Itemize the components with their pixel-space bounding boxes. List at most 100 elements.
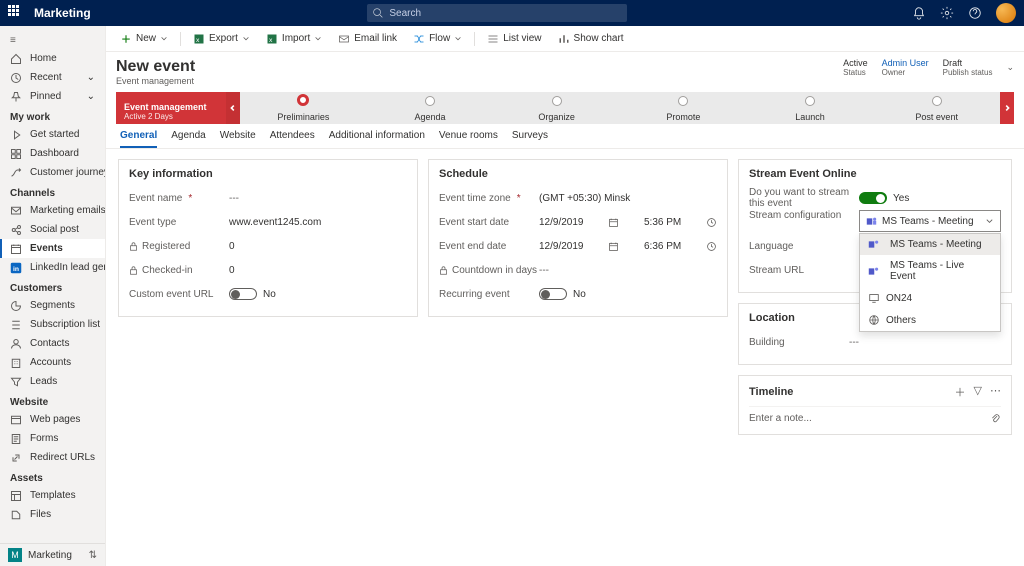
search-input[interactable] bbox=[389, 8, 621, 19]
help-icon[interactable] bbox=[968, 6, 982, 20]
app-launcher-icon[interactable] bbox=[8, 5, 24, 21]
timeline-title: Timeline bbox=[749, 386, 793, 398]
cmd-list-view[interactable]: List view bbox=[481, 31, 547, 47]
field-checked-in: 0 bbox=[229, 265, 407, 276]
tab-attendees[interactable]: Attendees bbox=[270, 130, 315, 148]
nav-social-post[interactable]: Social post bbox=[0, 220, 105, 239]
chevron-down-icon: ⌄ bbox=[87, 72, 95, 83]
field-start-date[interactable]: 12/9/2019 bbox=[539, 217, 584, 228]
nav-group-customers: Customers bbox=[0, 277, 105, 296]
toggle-stream-event[interactable] bbox=[859, 192, 887, 204]
nav-group-channels: Channels bbox=[0, 182, 105, 201]
nav-subscription-list[interactable]: Subscription list bbox=[0, 315, 105, 334]
nav-get-started[interactable]: Get started bbox=[0, 125, 105, 144]
timeline-more-icon[interactable]: ⋯ bbox=[990, 384, 1001, 400]
tab-general[interactable]: General bbox=[120, 130, 157, 148]
cmd-new[interactable]: New bbox=[114, 31, 174, 47]
field-time-zone[interactable]: (GMT +05:30) Minsk bbox=[539, 193, 717, 204]
clock-icon[interactable] bbox=[706, 241, 717, 252]
stream-title: Stream Event Online bbox=[749, 168, 1001, 180]
nav-home[interactable]: Home bbox=[0, 49, 105, 68]
chevron-down-icon: ⌄ bbox=[87, 91, 95, 102]
timeline-filter-icon[interactable]: ▽ bbox=[974, 384, 982, 400]
cmd-show-chart[interactable]: Show chart bbox=[552, 31, 630, 47]
nav-linkedin[interactable]: inLinkedIn lead gen bbox=[0, 258, 105, 277]
area-switcher[interactable]: M Marketing ⇅ bbox=[0, 543, 105, 566]
global-search[interactable] bbox=[367, 4, 627, 22]
field-building[interactable]: --- bbox=[849, 337, 1001, 348]
process-bar: Event management Active 2 Days Prelimina… bbox=[116, 92, 1014, 124]
teams-icon bbox=[866, 216, 877, 227]
clock-icon[interactable] bbox=[706, 217, 717, 228]
cmd-flow[interactable]: Flow bbox=[407, 31, 468, 47]
field-end-date[interactable]: 12/9/2019 bbox=[539, 241, 584, 252]
timeline-add-icon[interactable]: ＋ bbox=[955, 384, 966, 400]
process-stage-promote[interactable]: Promote bbox=[620, 92, 747, 124]
tab-website[interactable]: Website bbox=[220, 130, 256, 148]
chevron-down-icon[interactable]: ⌄ bbox=[1006, 62, 1014, 73]
card-stream-online: Stream Event Online Do you want to strea… bbox=[738, 159, 1012, 293]
user-avatar[interactable] bbox=[996, 3, 1016, 23]
process-stage-agenda[interactable]: Agenda bbox=[367, 92, 494, 124]
process-prev-arrow[interactable] bbox=[226, 92, 240, 124]
nav-dashboard[interactable]: Dashboard bbox=[0, 144, 105, 163]
nav-files[interactable]: Files bbox=[0, 505, 105, 524]
nav-templates[interactable]: Templates bbox=[0, 486, 105, 505]
tab-venue-rooms[interactable]: Venue rooms bbox=[439, 130, 498, 148]
tab-agenda[interactable]: Agenda bbox=[171, 130, 205, 148]
nav-customer-journeys[interactable]: Customer journeys bbox=[0, 163, 105, 182]
chevron-down-icon bbox=[454, 35, 462, 43]
nav-pinned[interactable]: Pinned ⌄ bbox=[0, 87, 105, 106]
gear-icon[interactable] bbox=[940, 6, 954, 20]
option-others[interactable]: Others bbox=[860, 309, 1000, 331]
process-stage-launch[interactable]: Launch bbox=[747, 92, 874, 124]
nav-leads[interactable]: Leads bbox=[0, 372, 105, 391]
field-event-type[interactable]: www.event1245.com bbox=[229, 217, 407, 228]
cmd-export[interactable]: xExport bbox=[187, 31, 256, 47]
lock-icon bbox=[439, 266, 448, 275]
toggle-custom-url[interactable] bbox=[229, 288, 257, 300]
process-stage-preliminaries[interactable]: Preliminaries bbox=[240, 92, 367, 124]
nav-accounts[interactable]: Accounts bbox=[0, 353, 105, 372]
nav-marketing-emails[interactable]: Marketing emails bbox=[0, 201, 105, 220]
calendar-icon[interactable] bbox=[608, 217, 619, 228]
tab-surveys[interactable]: Surveys bbox=[512, 130, 548, 148]
dropdown-stream-options: MS Teams - Meeting MS Teams - Live Event… bbox=[859, 233, 1001, 332]
select-stream-configuration[interactable]: MS Teams - Meeting MS Teams - Meeting MS… bbox=[859, 210, 1001, 232]
field-end-time[interactable]: 6:36 PM bbox=[644, 241, 681, 252]
attachment-icon[interactable] bbox=[990, 413, 1001, 424]
option-ms-teams-live-event[interactable]: MS Teams - Live Event bbox=[860, 255, 1000, 287]
option-ms-teams-meeting[interactable]: MS Teams - Meeting bbox=[860, 234, 1000, 255]
nav-forms[interactable]: Forms bbox=[0, 429, 105, 448]
nav-segments[interactable]: Segments bbox=[0, 296, 105, 315]
nav-events[interactable]: Events bbox=[0, 239, 105, 258]
cmd-email-link[interactable]: Email link bbox=[332, 31, 403, 47]
tab-additional-information[interactable]: Additional information bbox=[329, 130, 425, 148]
nav-collapse-icon[interactable]: ≡ bbox=[0, 32, 105, 49]
app-name: Marketing bbox=[34, 6, 91, 20]
command-bar: New xExport xImport Email link Flow List… bbox=[106, 26, 1024, 52]
nav-web-pages[interactable]: Web pages bbox=[0, 410, 105, 429]
toggle-recurring[interactable] bbox=[539, 288, 567, 300]
timeline-note-input[interactable]: Enter a note... bbox=[749, 406, 1001, 424]
process-next-arrow[interactable] bbox=[1000, 92, 1014, 124]
process-stage-post-event[interactable]: Post event bbox=[873, 92, 1000, 124]
cmd-import[interactable]: xImport bbox=[260, 31, 328, 47]
status-owner[interactable]: Admin UserOwner bbox=[882, 58, 929, 77]
process-stage-organize[interactable]: Organize bbox=[493, 92, 620, 124]
chevron-down-icon bbox=[242, 35, 250, 43]
area-badge-icon: M bbox=[8, 548, 22, 562]
field-start-time[interactable]: 5:36 PM bbox=[644, 217, 681, 228]
chevron-down-icon bbox=[314, 35, 322, 43]
nav-redirect-urls[interactable]: Redirect URLs bbox=[0, 448, 105, 467]
nav-group-mywork: My work bbox=[0, 106, 105, 125]
bell-icon[interactable] bbox=[912, 6, 926, 20]
option-on24[interactable]: ON24 bbox=[860, 287, 1000, 309]
nav-recent[interactable]: Recent⌄ bbox=[0, 68, 105, 87]
nav-contacts[interactable]: Contacts bbox=[0, 334, 105, 353]
process-stage-event-management[interactable]: Event management Active 2 Days bbox=[116, 92, 226, 124]
card-timeline: Timeline ＋ ▽ ⋯ Enter a note... bbox=[738, 375, 1012, 435]
field-event-name[interactable]: --- bbox=[229, 193, 407, 204]
nav-pinned-label: Pinned bbox=[30, 91, 61, 102]
calendar-icon[interactable] bbox=[608, 241, 619, 252]
